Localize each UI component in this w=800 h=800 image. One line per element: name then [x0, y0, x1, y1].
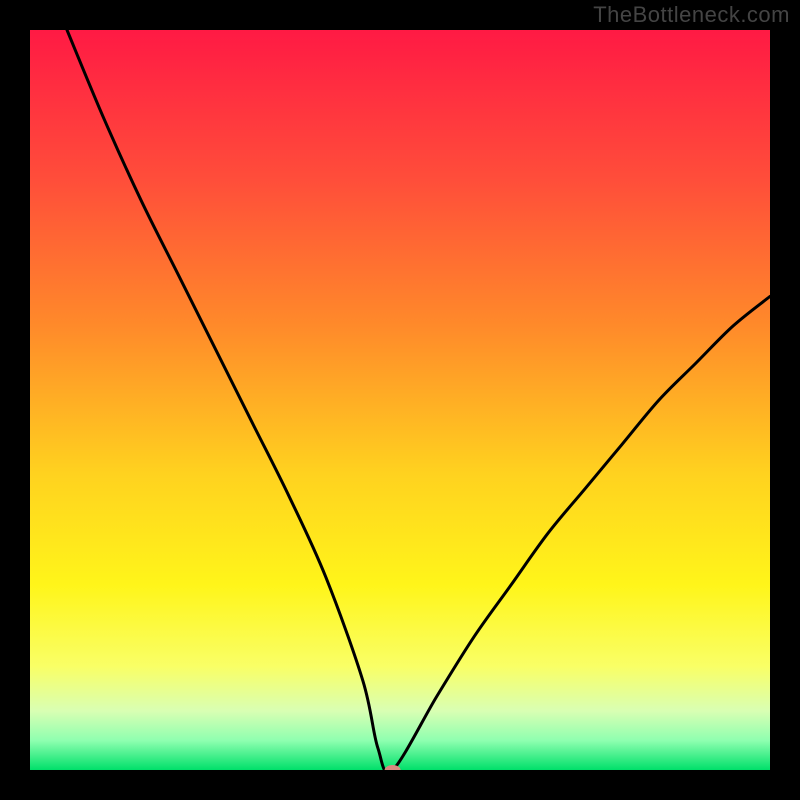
watermark-text: TheBottleneck.com [593, 2, 790, 28]
plot-area [30, 30, 770, 770]
chart-frame: TheBottleneck.com [0, 0, 800, 800]
bottleneck-plot [30, 30, 770, 770]
